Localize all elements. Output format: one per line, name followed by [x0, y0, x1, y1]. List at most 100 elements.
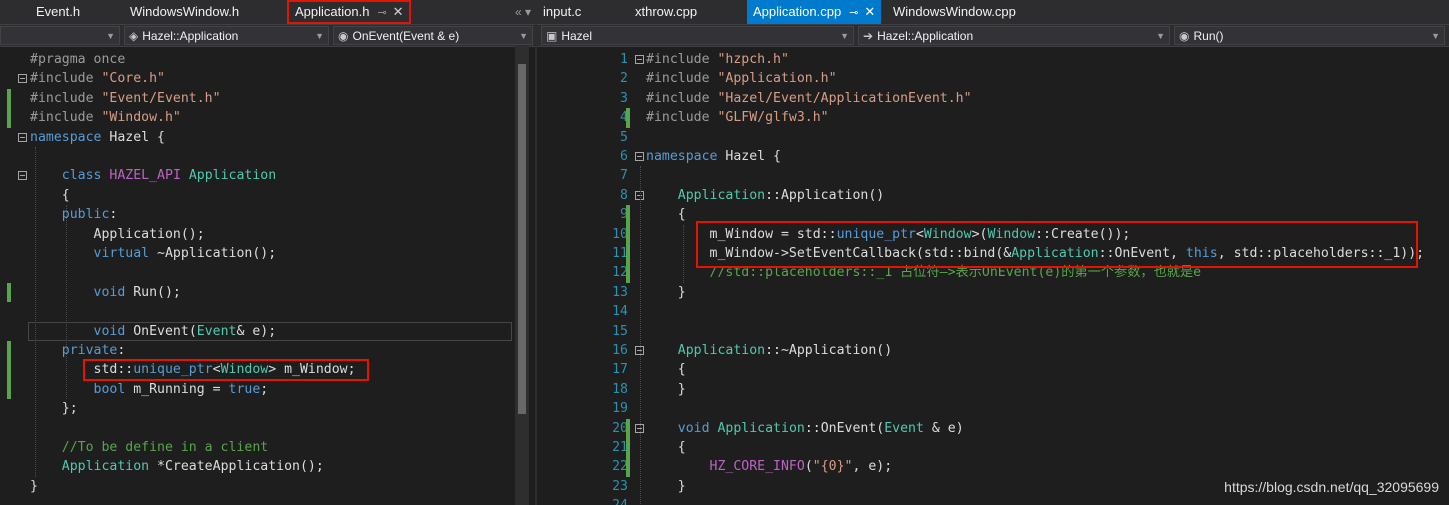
project-dropdown[interactable]: ▣ Hazel ▼ [541, 26, 854, 45]
line-number: 4 [620, 110, 628, 126]
code-token: virtual [93, 246, 150, 261]
code-line: public: [30, 205, 118, 224]
code-token: "Event/Event.h" [101, 90, 221, 106]
tab-label: Application.cpp [753, 4, 842, 19]
code-token: Hazel { [717, 149, 781, 164]
code-token: #include [646, 71, 718, 87]
right-editor-pane: input.c xthrow.cpp Application.cpp ⊸ ✕ Win… [537, 0, 1449, 505]
tab-application-h[interactable]: Application.h ⊸ ✕ [287, 0, 411, 24]
code-line: virtual ~Application(); [30, 244, 277, 263]
collapse-icon[interactable] [635, 55, 644, 64]
scope-dropdown[interactable]: ◈ Hazel::Application ▼ [124, 26, 329, 45]
chevron-down-icon: ▼ [1156, 31, 1165, 41]
code-token: "Application.h" [717, 71, 837, 87]
code-token: #include [30, 110, 102, 126]
tab-overflow-icons[interactable]: « ▾ [515, 0, 531, 24]
code-token: #include [30, 71, 102, 87]
chevron-down-icon: ▼ [1431, 31, 1440, 41]
highlight-box [696, 220, 1418, 268]
tab-label: xthrow.cpp [635, 4, 698, 19]
code-token: Application(); [30, 226, 205, 242]
code-line: #include "Application.h" [646, 69, 837, 88]
collapse-icon[interactable] [18, 171, 27, 181]
code-line: } [646, 283, 686, 302]
pin-icon[interactable]: ⊸ [849, 7, 858, 19]
line-number: 18 [612, 381, 628, 397]
code-line: #include "hzpch.h" [646, 50, 789, 69]
line-number: 7 [620, 168, 628, 184]
code-token: Application [188, 168, 277, 184]
member-dropdown[interactable]: ◉ OnEvent(Event & e) ▼ [333, 26, 533, 45]
code-token: HZ_CORE_INFO [709, 459, 805, 475]
code-line: void Application::OnEvent(Event & e) [646, 419, 964, 438]
tab-windowswindow-h[interactable]: WindowsWindow.h [124, 0, 245, 24]
changed-line-marker [626, 205, 630, 283]
code-line: void OnEvent(Event& e); [30, 322, 277, 341]
tab-input-c[interactable]: input.c [537, 0, 587, 24]
code-line: namespace Hazel { [30, 128, 165, 147]
code-line: private: [30, 341, 126, 360]
code-token: ::OnEvent( [804, 420, 885, 436]
code-token: ; [260, 381, 269, 397]
code-line: #include "Event/Event.h" [30, 89, 221, 108]
tab-label: WindowsWindow.h [130, 4, 240, 19]
code-line: }; [30, 399, 78, 418]
close-icon[interactable]: ✕ [393, 4, 404, 19]
code-token: private [61, 343, 118, 358]
project-label: Hazel [561, 29, 593, 43]
code-line: { [646, 360, 686, 379]
code-token: : [109, 207, 118, 223]
tab-xthrow-cpp[interactable]: xthrow.cpp [629, 0, 703, 24]
right-code-editor[interactable]: 123456789101112131415161718192021222324#… [537, 46, 1449, 505]
code-token: }; [30, 401, 78, 417]
code-token: ~Application(); [149, 246, 277, 261]
collapse-icon[interactable] [635, 152, 644, 161]
scrollbar-thumb[interactable] [518, 64, 526, 414]
line-number: 15 [612, 323, 628, 339]
right-nav-bar: ▣ Hazel ▼ ➔ Hazel::Application ▼ ◉ Run() ▼ [537, 24, 1449, 47]
project-dropdown[interactable]: ▼ [0, 26, 120, 45]
line-number: 10 [612, 226, 628, 242]
collapse-icon[interactable] [18, 74, 27, 84]
code-line: Application::~Application() [646, 341, 892, 360]
left-vertical-scrollbar[interactable] [515, 46, 529, 505]
code-token: { [646, 362, 686, 378]
code-line: { [30, 186, 70, 205]
code-token: void [93, 284, 126, 300]
member-label: OnEvent(Event & e) [352, 29, 460, 43]
code-line: } [646, 380, 686, 399]
close-icon[interactable]: ✕ [864, 4, 875, 19]
collapse-icon[interactable] [18, 132, 27, 142]
code-line: Application(); [30, 225, 205, 244]
changed-line-marker [626, 108, 630, 128]
code-token: } [646, 381, 686, 397]
code-line: bool m_Running = true; [30, 380, 269, 399]
code-line: } [30, 477, 38, 496]
changed-line-marker [7, 341, 11, 400]
right-tab-bar: input.c xthrow.cpp Application.cpp ⊸ ✕ Win… [537, 0, 1449, 24]
member-dropdown[interactable]: ◉ Run() ▼ [1174, 26, 1445, 45]
code-token: m_Running = [125, 381, 229, 397]
chevron-down-icon: ▼ [519, 31, 528, 41]
line-number: 6 [620, 149, 628, 164]
line-number: 20 [612, 420, 628, 436]
code-token: "hzpch.h" [717, 52, 789, 67]
code-token: class [61, 168, 102, 184]
scope-dropdown[interactable]: ➔ Hazel::Application ▼ [858, 26, 1170, 45]
pin-icon[interactable]: ⊸ [377, 7, 386, 19]
code-token: Application [61, 459, 150, 475]
left-code-editor[interactable]: #pragma once #include "Core.h" #include "E… [0, 46, 535, 505]
line-number: 12 [612, 265, 628, 281]
tab-windowswindow-cpp[interactable]: WindowsWindow.cpp [887, 0, 1022, 24]
tab-event-h[interactable]: Event.h [30, 0, 86, 24]
code-line: //To be define in a client [30, 438, 268, 457]
tab-application-cpp[interactable]: Application.cpp ⊸ ✕ [747, 0, 882, 24]
